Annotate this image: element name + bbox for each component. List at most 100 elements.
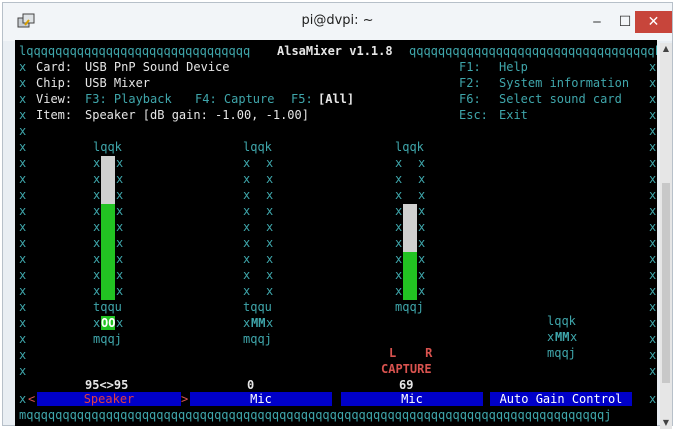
left-border-char: x	[19, 316, 27, 330]
right-border-char: x	[649, 108, 657, 122]
volume-bar-segment[interactable]	[101, 204, 115, 220]
right-border-char: x	[649, 188, 657, 202]
top-border-left: lqqqqqqqqqqqqqqqqqqqqqqqqqqqqqqq	[19, 44, 251, 58]
select-card-label: Select sound card	[499, 92, 622, 106]
slider-side-left: x	[395, 172, 403, 186]
select-card-key[interactable]: F6:	[459, 92, 481, 106]
right-border-char: x	[649, 268, 657, 282]
slider-side-left: x	[243, 236, 251, 250]
slider-side-right: x	[266, 220, 274, 234]
capture-channel-labels: L R	[389, 346, 433, 360]
maximize-button[interactable]: ☐	[613, 12, 637, 32]
title-bar[interactable]: pi@dvpi: ~ ‒ ☐ ✕	[3, 3, 672, 41]
volume-bar-segment[interactable]	[101, 252, 115, 268]
slider-side-right: x	[116, 284, 124, 298]
left-border-char: x	[19, 108, 27, 122]
slider-side-right: x	[418, 268, 426, 282]
tab-strip-border-right: x	[649, 392, 657, 406]
slider-bottom-cap: tqqu	[93, 300, 122, 314]
slider-side-left: x	[395, 236, 403, 250]
tab-prefix: <	[28, 392, 36, 406]
volume-bar-segment[interactable]	[101, 236, 115, 252]
mute-left: x	[93, 316, 101, 330]
right-border-char: x	[649, 348, 657, 362]
help-key[interactable]: F1:	[459, 60, 481, 74]
left-border-char: x	[19, 204, 27, 218]
capture-indicator[interactable]: CAPTURE	[381, 362, 432, 376]
right-border-char: x	[649, 300, 657, 314]
slider-side-right: x	[418, 188, 426, 202]
scroll-thumb[interactable]	[662, 183, 670, 383]
volume-bar-segment[interactable]	[403, 204, 417, 220]
exit-key[interactable]: Esc:	[459, 108, 488, 122]
mute-right: x	[266, 316, 274, 330]
slider-side-left: x	[395, 252, 403, 266]
top-border-right: qqqqqqqqqqqqqqqqqqqqqqqqqqqqqqqqqqk	[409, 44, 657, 58]
channel-tab-strip: x < Speaker > Mic Mic Auto Gain Control …	[15, 392, 657, 406]
view-all-key[interactable]: F5:	[291, 92, 313, 106]
scroll-down-icon[interactable]: ▼	[660, 417, 672, 429]
slider-side-right: x	[266, 156, 274, 170]
slider-side-left: x	[395, 284, 403, 298]
mute-indicator[interactable]: OO	[101, 316, 116, 330]
slider-side-left: x	[243, 188, 251, 202]
channel-value-label: 0	[247, 378, 255, 392]
slider-side-right: x	[266, 204, 274, 218]
slider-side-left: x	[243, 284, 251, 298]
tab-suffix: >	[181, 392, 189, 406]
vertical-scrollbar[interactable]: ▲ ▼	[660, 43, 672, 429]
terminal-screen[interactable]: lqqqqqqqqqqqqqqqqqqqqqqqqqqqqqqq AlsaMix…	[15, 40, 657, 426]
tab-auto-gain-control[interactable]: Auto Gain Control	[490, 392, 632, 406]
right-border-char: x	[649, 284, 657, 298]
slider-side-left: x	[93, 268, 101, 282]
slider-side-left: x	[395, 156, 403, 170]
volume-bar-segment[interactable]	[403, 220, 417, 236]
left-border-char: x	[19, 188, 27, 202]
tab-mic-capture[interactable]: Mic	[341, 392, 483, 406]
slider-side-right: x	[116, 172, 124, 186]
mute-bottom: mqqj	[243, 332, 272, 346]
left-border-char: x	[19, 124, 27, 138]
slider-side-left: x	[93, 172, 101, 186]
view-playback-key[interactable]: F3: Playback	[85, 92, 172, 106]
tab-mic-playback[interactable]: Mic	[190, 392, 332, 406]
slider-side-left: x	[93, 252, 101, 266]
right-border-char: x	[649, 156, 657, 170]
left-border-char: x	[19, 268, 27, 282]
sysinfo-key[interactable]: F2:	[459, 76, 481, 90]
volume-bar-segment[interactable]	[101, 172, 115, 188]
view-capture-key[interactable]: F4: Capture	[195, 92, 274, 106]
agc-mute-indicator[interactable]: MM	[555, 330, 569, 344]
scroll-up-icon[interactable]: ▲	[660, 43, 672, 55]
tab-speaker[interactable]: Speaker	[37, 392, 181, 406]
volume-bar-segment[interactable]	[101, 188, 115, 204]
volume-bar-segment[interactable]	[403, 268, 417, 284]
item-label: Item:	[36, 108, 73, 122]
volume-bar-segment[interactable]	[101, 268, 115, 284]
volume-bar-segment[interactable]	[101, 284, 115, 300]
volume-bar-segment[interactable]	[403, 252, 417, 268]
volume-bar-segment[interactable]	[101, 156, 115, 172]
minimize-button[interactable]: ‒	[585, 12, 609, 32]
left-border-char: x	[19, 140, 27, 154]
left-border-char: x	[19, 76, 27, 90]
left-border-char: x	[19, 172, 27, 186]
slider-side-right: x	[116, 236, 124, 250]
channel-value-label: 69	[399, 378, 414, 392]
volume-bar-segment[interactable]	[101, 220, 115, 236]
slider-side-left: x	[93, 204, 101, 218]
slider-side-left: x	[243, 252, 251, 266]
chip-value: USB Mixer	[85, 76, 151, 90]
mute-indicator[interactable]: MM	[251, 316, 265, 330]
slider-side-right: x	[116, 268, 124, 282]
slider-side-right: x	[418, 236, 426, 250]
volume-bar-segment[interactable]	[403, 284, 417, 300]
slider-side-right: x	[418, 252, 426, 266]
slider-side-left: x	[93, 284, 101, 298]
slider-side-right: x	[418, 220, 426, 234]
volume-bar-segment[interactable]	[403, 236, 417, 252]
close-button[interactable]: ✕	[635, 11, 672, 33]
right-border-char: x	[649, 204, 657, 218]
left-border-char: x	[19, 300, 27, 314]
view-label: View:	[36, 92, 73, 106]
